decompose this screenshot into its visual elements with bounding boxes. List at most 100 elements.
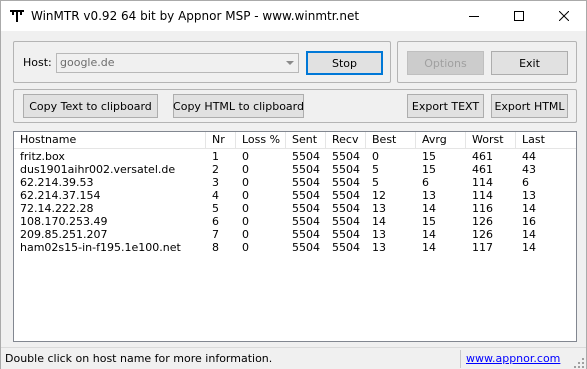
table-cell: 4	[212, 189, 219, 202]
chevron-down-icon[interactable]	[281, 54, 298, 72]
table-cell: 5504	[332, 215, 360, 228]
table-cell: 126	[472, 228, 493, 241]
header-col-last[interactable]: Last	[516, 132, 576, 148]
table-cell: 13	[372, 241, 386, 254]
table-cell: 14	[422, 241, 436, 254]
table-cell: 5504	[292, 189, 320, 202]
header-col-best[interactable]: Best	[366, 132, 416, 148]
table-cell: 5504	[332, 228, 360, 241]
table-cell: 3	[212, 176, 219, 189]
export-html-button[interactable]: Export HTML	[491, 94, 568, 118]
header-col-hostname[interactable]: Hostname	[14, 132, 206, 148]
export-text-button[interactable]: Export TEXT	[407, 94, 484, 118]
header-col-nr[interactable]: Nr	[206, 132, 236, 148]
table-cell: 116	[472, 202, 493, 215]
table-cell: 0	[242, 215, 249, 228]
table-cell: 14	[522, 241, 536, 254]
table-cell: 0	[242, 150, 249, 163]
table-cell: 114	[472, 189, 493, 202]
table-row[interactable]: 72.14.222.28 5 0 5504 5504 13 14 116 14	[14, 202, 576, 215]
table-cell: 5504	[332, 150, 360, 163]
table-cell: 461	[472, 163, 493, 176]
status-separator	[460, 350, 461, 368]
host-combobox[interactable]: google.de	[56, 53, 299, 73]
table-cell: 5504	[332, 202, 360, 215]
table-cell: 16	[522, 215, 536, 228]
table-cell: 5504	[292, 202, 320, 215]
table-cell: 14	[422, 228, 436, 241]
table-cell: 12	[372, 189, 386, 202]
maximize-icon[interactable]	[496, 1, 541, 31]
minimize-icon[interactable]	[451, 1, 496, 31]
close-icon[interactable]	[541, 1, 586, 31]
table-row[interactable]: ham02s15-in-f195.1e100.net 8 0 5504 5504 13 14…	[14, 241, 576, 254]
table-cell: 117	[472, 241, 493, 254]
table-cell: 0	[372, 150, 379, 163]
hostname-cell[interactable]: 209.85.251.207	[14, 228, 206, 241]
table-cell: 44	[522, 150, 536, 163]
table-cell: 0	[242, 163, 249, 176]
copy-html-button[interactable]: Copy HTML to clipboard	[173, 94, 304, 118]
table-cell: 5504	[332, 176, 360, 189]
table-cell: 6	[422, 176, 429, 189]
table-row[interactable]: 62.214.39.53 3 0 5504 5504 5 6 114 6	[14, 176, 576, 189]
table-cell: 14	[522, 228, 536, 241]
hostname-cell[interactable]: dus1901aihr002.versatel.de	[14, 163, 206, 176]
table-row[interactable]: fritz.box 1 0 5504 5504 0 15 461 44	[14, 150, 576, 163]
table-cell: 5504	[292, 150, 320, 163]
header-col-worst[interactable]: Worst	[466, 132, 516, 148]
table-cell: 6	[522, 176, 529, 189]
results-list[interactable]: Hostname Nr Loss % Sent Recv Best Avrg Worst Las…	[13, 131, 577, 342]
table-cell: 13	[372, 202, 386, 215]
hostname-cell[interactable]: 62.214.39.53	[14, 176, 206, 189]
title-bar[interactable]: WinMTR v0.92 64 bit by Appnor MSP - www.…	[1, 1, 586, 31]
table-row[interactable]: dus1901aihr002.versatel.de 2 0 5504 5504 5 15 4…	[14, 163, 576, 176]
table-cell: 43	[522, 163, 536, 176]
table-cell: 14	[422, 202, 436, 215]
stop-button[interactable]: Stop	[306, 51, 383, 75]
table-cell: 126	[472, 215, 493, 228]
table-cell: 7	[212, 228, 219, 241]
table-cell: 5504	[292, 215, 320, 228]
hostname-cell[interactable]: fritz.box	[14, 150, 206, 163]
table-cell: 5	[212, 202, 219, 215]
host-label: Host:	[23, 56, 52, 69]
table-cell: 13	[372, 228, 386, 241]
table-cell: 461	[472, 150, 493, 163]
header-col-sent[interactable]: Sent	[286, 132, 326, 148]
hostname-cell[interactable]: ham02s15-in-f195.1e100.net	[14, 241, 206, 254]
table-cell: 0	[242, 202, 249, 215]
table-cell: 14	[522, 202, 536, 215]
header-col-loss[interactable]: Loss %	[236, 132, 286, 148]
table-row[interactable]: 62.214.37.154 4 0 5504 5504 12 13 114 13	[14, 189, 576, 202]
table-cell: 5504	[332, 241, 360, 254]
resize-grip-icon[interactable]	[573, 357, 585, 369]
copy-text-button[interactable]: Copy Text to clipboard	[23, 94, 158, 118]
options-button[interactable]: Options	[407, 51, 484, 75]
table-cell: 14	[372, 215, 386, 228]
header-col-recv[interactable]: Recv	[326, 132, 366, 148]
header-col-avrg[interactable]: Avrg	[416, 132, 466, 148]
hostname-cell[interactable]: 62.214.37.154	[14, 189, 206, 202]
table-cell: 0	[242, 189, 249, 202]
exit-button[interactable]: Exit	[491, 51, 568, 75]
table-cell: 5	[372, 176, 379, 189]
list-header: Hostname Nr Loss % Sent Recv Best Avrg Worst Las…	[14, 132, 576, 149]
table-cell: 0	[242, 228, 249, 241]
table-cell: 13	[422, 189, 436, 202]
table-cell: 15	[422, 150, 436, 163]
table-row[interactable]: 209.85.251.207 7 0 5504 5504 13 14 126 14	[14, 228, 576, 241]
table-cell: 5504	[292, 176, 320, 189]
status-bar: Double click on host name for more infor…	[1, 347, 586, 369]
table-cell: 5504	[292, 241, 320, 254]
table-cell: 8	[212, 241, 219, 254]
table-cell: 0	[242, 176, 249, 189]
table-cell: 1	[212, 150, 219, 163]
table-cell: 5504	[332, 189, 360, 202]
appnor-link[interactable]: www.appnor.com	[466, 352, 560, 365]
host-value[interactable]: google.de	[60, 56, 115, 69]
hostname-cell[interactable]: 72.14.222.28	[14, 202, 206, 215]
table-row[interactable]: 108.170.253.49 6 0 5504 5504 14 15 126 16	[14, 215, 576, 228]
table-cell: 5504	[292, 163, 320, 176]
hostname-cell[interactable]: 108.170.253.49	[14, 215, 206, 228]
